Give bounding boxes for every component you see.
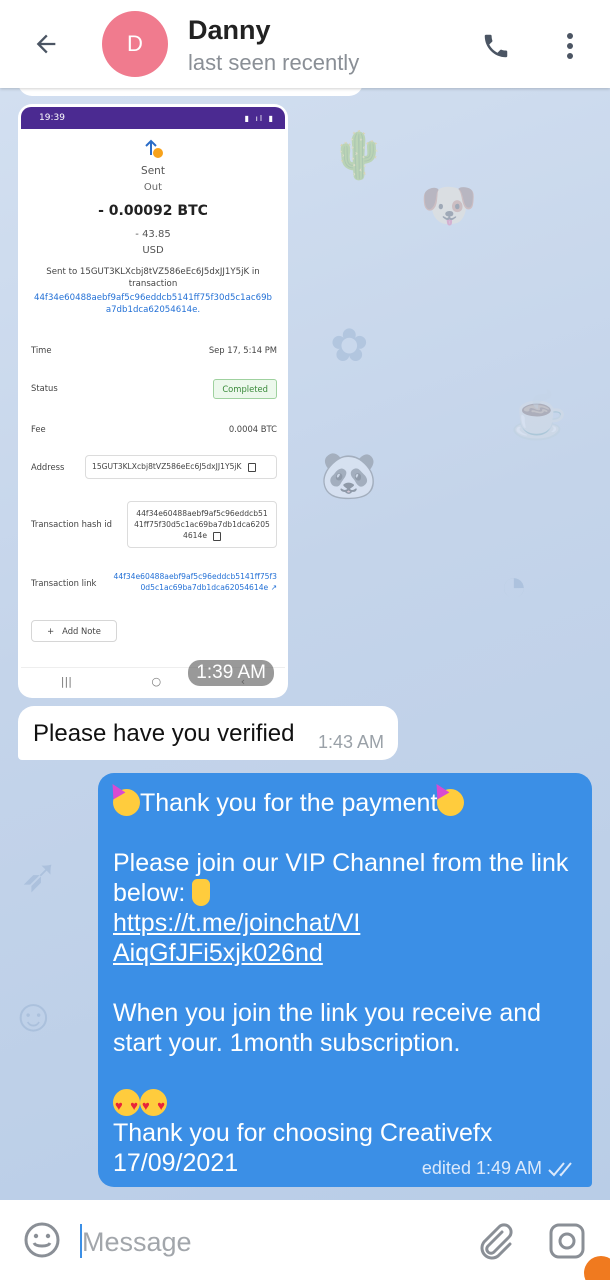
camera-button[interactable] [546,1220,588,1262]
heart-eyes-emoji-icon [140,1089,167,1121]
tx-usd-value: - 43.85 [135,229,171,240]
row-hash-label: Transaction hash id [31,519,112,529]
transaction-screenshot[interactable]: 19:39 ▮ ıl ▮ Sent Out - 0.00092 BTC - 43… [21,107,285,695]
double-check-icon [548,1161,572,1176]
heart-eyes-emoji-icon [113,1089,140,1121]
incoming-message-time: 1:43 AM [317,732,384,752]
arrow-left-icon [36,34,56,54]
paperclip-icon [480,1223,513,1260]
hash-text: 44f34e60488aebf9af5c96eddcb5141ff75f30d5… [134,509,270,540]
outgoing-line-1: Thank you for the payment [140,789,438,817]
more-vertical-icon [567,33,573,59]
home-icon: ○ [151,675,162,688]
attach-button[interactable] [474,1220,516,1262]
row-time-label: Time [31,345,52,355]
tx-amount: - 0.00092 BTC [98,203,208,219]
plus-icon: + [47,626,55,636]
avatar-letter: D [127,31,143,56]
row-address-value: 15GUT3KLXcbj8tVZ586eEc6J5dxJJ1Y5jK [85,455,277,479]
outgoing-line-3: When you join the link you receive and s… [113,999,542,1057]
row-time-value: Sep 17, 5:14 PM [208,345,277,355]
contact-name[interactable]: Danny [188,15,271,46]
row-fee-label: Fee [31,424,46,434]
tx-sent-to: Sent to 15GUT3KLXcbj8tVZ586eEc6J5dxJJ1Y5… [46,267,260,289]
outgoing-message-text: Thank you for the payment Please join ou… [113,788,583,1178]
call-button[interactable] [474,24,518,68]
incoming-message-text: Please have you verified [33,720,295,747]
rocket-doodle-icon: ➶ [20,849,59,901]
external-link-icon: ↗ [270,583,277,592]
panda-doodle-icon: 🐼 [320,449,378,501]
avatar[interactable]: D [102,11,168,77]
image-message-bubble[interactable]: 19:39 ▮ ıl ▮ Sent Out - 0.00092 BTC - 43… [18,104,288,698]
contact-status: last seen recently [188,50,360,75]
pizza-doodle-icon: ◔ [500,559,528,611]
ghost-doodle-icon: ☺ [10,989,57,1041]
back-button[interactable] [24,22,68,66]
incoming-message-bubble[interactable]: Please have you verified 1:43 AM [18,706,398,760]
row-link-label: Transaction link [31,578,97,588]
vip-channel-link[interactable]: https://t.me/joinchat/VIAiqGfJFi5xjk026n… [113,908,373,968]
row-address-label: Address [31,462,65,472]
outgoing-message-bubble[interactable]: Thank you for the payment Please join ou… [98,773,592,1187]
tx-usd-unit: USD [142,245,164,256]
camera-icon [549,1223,585,1259]
emoji-button[interactable] [22,1220,62,1260]
cup-doodle-icon: ☕ [510,389,568,441]
message-composer [0,1200,610,1280]
tx-link-text: 44f34e60488aebf9af5c96eddcb5141ff75f30d5… [33,293,272,315]
message-input[interactable] [82,1222,442,1262]
row-hash-value: 44f34e60488aebf9af5c96eddcb5141ff75f30d5… [127,501,277,548]
smile-icon [24,1222,60,1258]
previous-message-edge [18,88,363,96]
image-message-time: 1:39 AM [188,660,274,686]
link-text: 44f34e60488aebf9af5c96eddcb5141ff75f30d5… [113,572,277,592]
outgoing-line-2: Please join our VIP Channel from the lin… [113,849,569,907]
add-note-label: Add Note [62,626,101,636]
outgoing-message-meta: edited 1:49 AM [422,1158,578,1179]
signal-battery-icon: ▮ ıl ▮ [244,113,275,123]
tx-direction-sub: Out [143,182,163,193]
tx-direction: Sent [141,165,165,177]
partying-face-emoji-icon [437,789,465,816]
flower-doodle-icon: ✿ [330,319,369,371]
more-menu-button[interactable] [552,24,588,68]
add-note-button: + Add Note [31,620,117,642]
copy-icon [213,531,221,541]
row-link-value: 44f34e60488aebf9af5c96eddcb5141ff75f30d5… [113,571,277,593]
status-badge: Completed [213,379,277,399]
outgoing-message-time: edited 1:49 AM [421,1158,542,1178]
copy-icon [247,462,256,472]
screenshot-clock: 19:39 [39,113,65,123]
phone-icon [484,34,508,58]
cactus-doodle-icon: 🌵 [330,129,388,181]
screenshot-status-bar: 19:39 ▮ ıl ▮ [21,107,285,129]
partying-face-emoji-icon [113,789,140,816]
address-text: 15GUT3KLXcbj8tVZ586eEc6J5dxJJ1Y5jK [92,462,242,471]
row-fee-value: 0.0004 BTC [228,424,277,434]
row-status-label: Status [31,383,58,393]
message-list[interactable]: 🌵 🐶 ✿ ☕ 🐼 ◔ ➶ ☺ 19:39 ▮ ıl ▮ Sent Out - [0,88,610,1200]
pointing-down-emoji-icon [192,879,211,906]
sent-arrow-icon [141,137,165,159]
chat-header: D Danny last seen recently [0,0,610,88]
recents-icon: ||| [60,675,72,688]
dog-doodle-icon: 🐶 [420,179,478,231]
